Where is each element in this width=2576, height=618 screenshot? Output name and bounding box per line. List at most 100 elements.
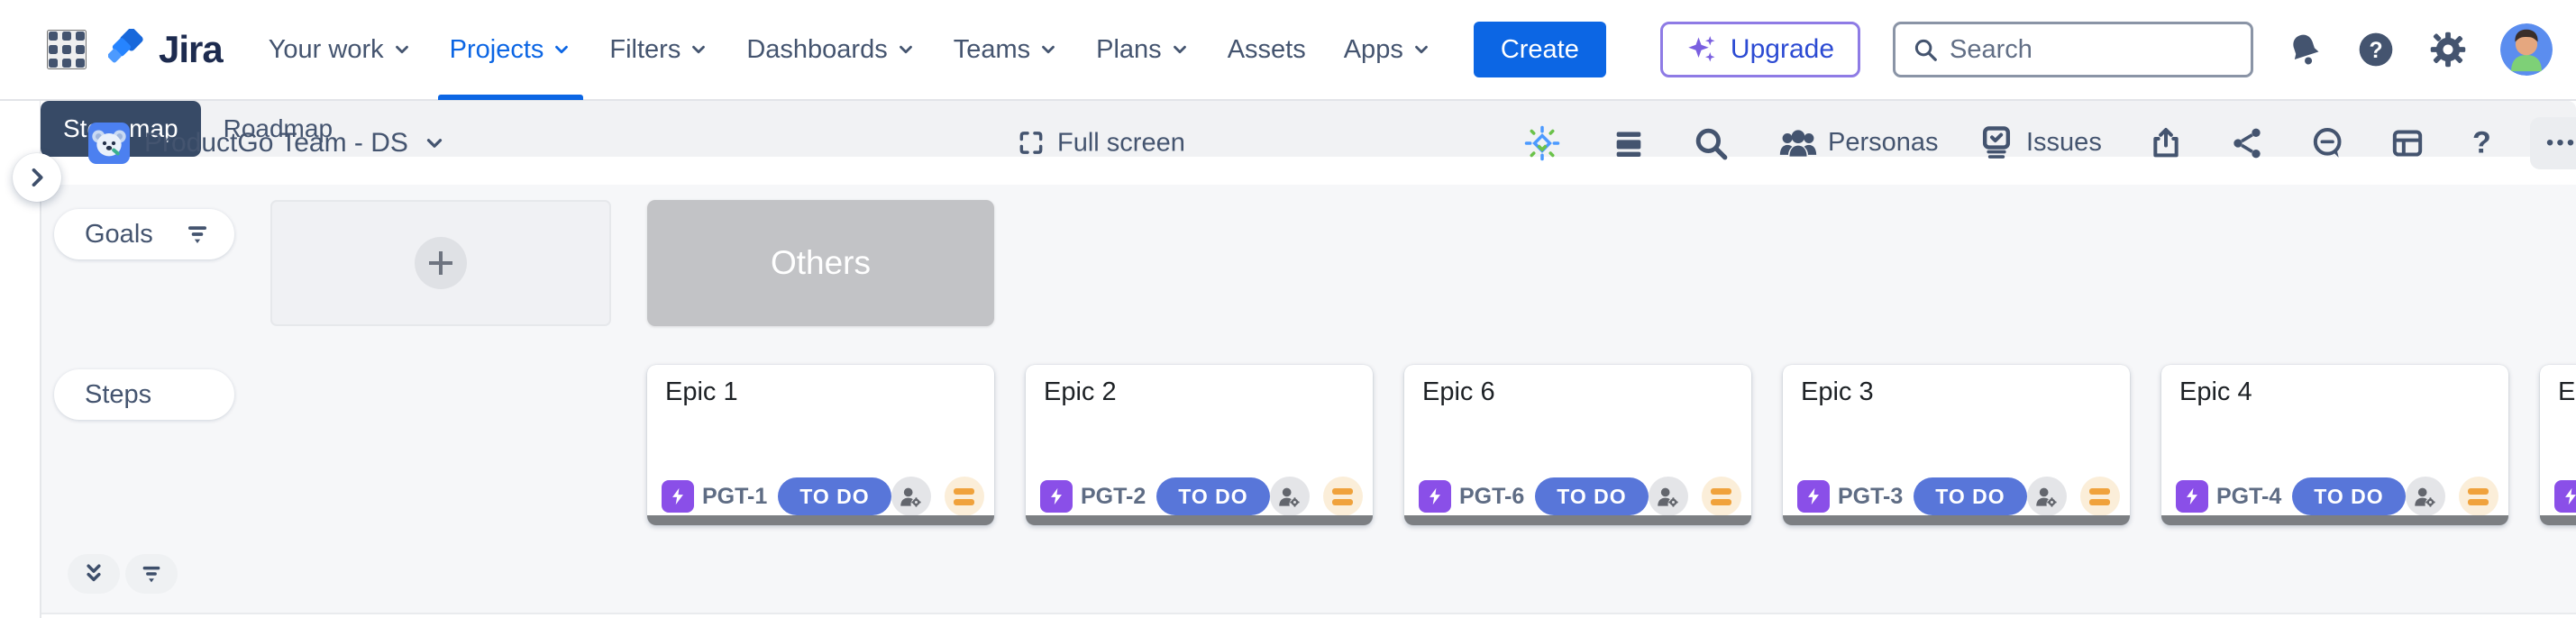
upgrade-button[interactable]: Upgrade <box>1660 22 1860 77</box>
decorate-button[interactable] <box>1523 124 1561 162</box>
chevron-right-icon <box>24 165 50 190</box>
epic-card[interactable]: Ep P TO DO <box>2540 365 2576 525</box>
global-search <box>1893 22 2253 77</box>
board-help-button[interactable]: ? <box>2472 125 2491 160</box>
help-button[interactable]: ? <box>2356 30 2396 69</box>
epic-footer: PGT-4 TO DO <box>2176 477 2498 516</box>
rows-button[interactable] <box>1611 125 1647 161</box>
others-column-header[interactable]: Others <box>647 200 994 326</box>
notifications-button[interactable] <box>2286 31 2324 68</box>
epic-key: PGT-6 <box>1459 484 1524 510</box>
status-badge[interactable]: TO DO <box>1535 477 1648 515</box>
chevron-down-icon <box>392 40 412 59</box>
lightning-bolt-icon <box>2182 486 2202 506</box>
epic-color-strip <box>1783 515 2130 525</box>
steps-label: Steps <box>85 380 151 410</box>
full-screen-button[interactable]: Full screen <box>1017 128 1185 158</box>
epic-title: Epic 2 <box>1044 377 1117 407</box>
assignee-button[interactable] <box>2406 477 2445 516</box>
storymap-toolbar: ProductGo Team - DS Full screen Story ma… <box>41 101 2576 185</box>
help-icon: ? <box>2356 30 2396 69</box>
nav-item-assets[interactable]: Assets <box>1209 0 1325 100</box>
nav-item-your-work[interactable]: Your work <box>250 0 431 100</box>
goals-label: Goals <box>85 220 153 250</box>
nav-item-plans[interactable]: Plans <box>1077 0 1209 100</box>
fullscreen-icon <box>1017 129 1046 158</box>
nav-item-label: Apps <box>1344 35 1403 65</box>
nav-item-label: Filters <box>609 35 681 65</box>
priority-medium-icon <box>2459 477 2498 516</box>
nav-item-filters[interactable]: Filters <box>590 0 727 100</box>
nav-item-teams[interactable]: Teams <box>935 0 1077 100</box>
feedback-button[interactable] <box>2310 125 2346 161</box>
assignee-button[interactable] <box>1270 477 1310 516</box>
nav-item-projects[interactable]: Projects <box>431 0 591 100</box>
person-gear-icon <box>1277 485 1302 509</box>
epic-type-icon <box>662 480 694 513</box>
nav-item-apps[interactable]: Apps <box>1325 0 1450 100</box>
rows-icon <box>1611 125 1647 161</box>
status-badge[interactable]: TO DO <box>2292 477 2405 515</box>
assignee-button[interactable] <box>891 477 931 516</box>
person-gear-icon <box>899 485 923 509</box>
epic-card[interactable]: Epic 3 PGT-3 TO DO <box>1783 365 2130 525</box>
assignee-button[interactable] <box>1649 477 1688 516</box>
epic-footer: P TO DO <box>2554 477 2576 516</box>
project-switcher[interactable]: ProductGo Team - DS <box>88 123 446 164</box>
nav-item-label: Projects <box>450 35 544 65</box>
epic-type-icon <box>1419 480 1451 513</box>
settings-button[interactable] <box>2428 30 2468 69</box>
issues-button[interactable]: Issues <box>1977 123 2102 163</box>
epic-card[interactable]: Epic 4 PGT-4 TO DO <box>2161 365 2508 525</box>
filter-icon <box>139 561 164 586</box>
filter-icon[interactable] <box>184 221 211 248</box>
search-input[interactable] <box>1950 35 2234 65</box>
nav-item-label: Dashboards <box>746 35 887 65</box>
assignee-button[interactable] <box>2027 477 2067 516</box>
nav-item-dashboards[interactable]: Dashboards <box>727 0 934 100</box>
double-chevron-down-icon <box>81 561 106 586</box>
export-button[interactable] <box>2148 125 2184 161</box>
search-icon <box>1692 124 1730 162</box>
epic-title: Ep <box>2558 377 2576 407</box>
expand-sidebar-button[interactable] <box>13 153 61 202</box>
svg-text:?: ? <box>2369 39 2382 63</box>
jira-logo[interactable]: Jira <box>108 28 223 71</box>
board-search-button[interactable] <box>1692 124 1730 162</box>
epic-title: Epic 1 <box>665 377 738 407</box>
lightning-bolt-icon <box>2561 486 2576 506</box>
logo-wordmark: Jira <box>159 28 223 71</box>
collapse-all-button[interactable] <box>68 554 120 594</box>
add-goal-placeholder <box>270 200 611 326</box>
status-badge[interactable]: TO DO <box>1156 477 1269 515</box>
priority-medium-icon <box>1702 477 1741 516</box>
card-layout-button[interactable] <box>2389 125 2425 161</box>
epic-card[interactable]: Epic 2 PGT-2 TO DO <box>1026 365 1373 525</box>
epic-card[interactable]: Epic 6 PGT-6 TO DO <box>1404 365 1751 525</box>
personas-button[interactable]: Personas <box>1778 123 1939 163</box>
priority-medium-icon <box>1323 477 1363 516</box>
create-button[interactable]: Create <box>1474 22 1606 77</box>
more-options-button[interactable]: ••• <box>2530 117 2576 169</box>
epic-footer: PGT-3 TO DO <box>1797 477 2119 516</box>
priority-medium-icon <box>945 477 984 516</box>
status-badge[interactable]: TO DO <box>778 477 891 515</box>
status-badge[interactable]: TO DO <box>1914 477 2026 515</box>
share-button[interactable] <box>2229 125 2265 161</box>
chevron-down-icon <box>689 40 708 59</box>
sparkle-icon <box>1686 33 1719 66</box>
epic-title: Epic 6 <box>1422 377 1495 407</box>
epic-key: PGT-1 <box>702 484 767 510</box>
epic-card[interactable]: Epic 1 PGT-1 TO DO <box>647 365 994 525</box>
epic-color-strip <box>1026 515 1373 525</box>
add-goal-button[interactable] <box>415 237 467 289</box>
grid-icon <box>49 32 85 68</box>
chevron-down-icon <box>1170 40 1190 59</box>
app-switcher-button[interactable] <box>47 30 87 69</box>
export-icon <box>2148 125 2184 161</box>
personas-icon <box>1778 123 1818 163</box>
issues-label: Issues <box>2026 128 2102 158</box>
board-filter-button[interactable] <box>125 554 178 594</box>
avatar-image <box>2500 23 2553 76</box>
user-avatar[interactable] <box>2500 23 2553 76</box>
